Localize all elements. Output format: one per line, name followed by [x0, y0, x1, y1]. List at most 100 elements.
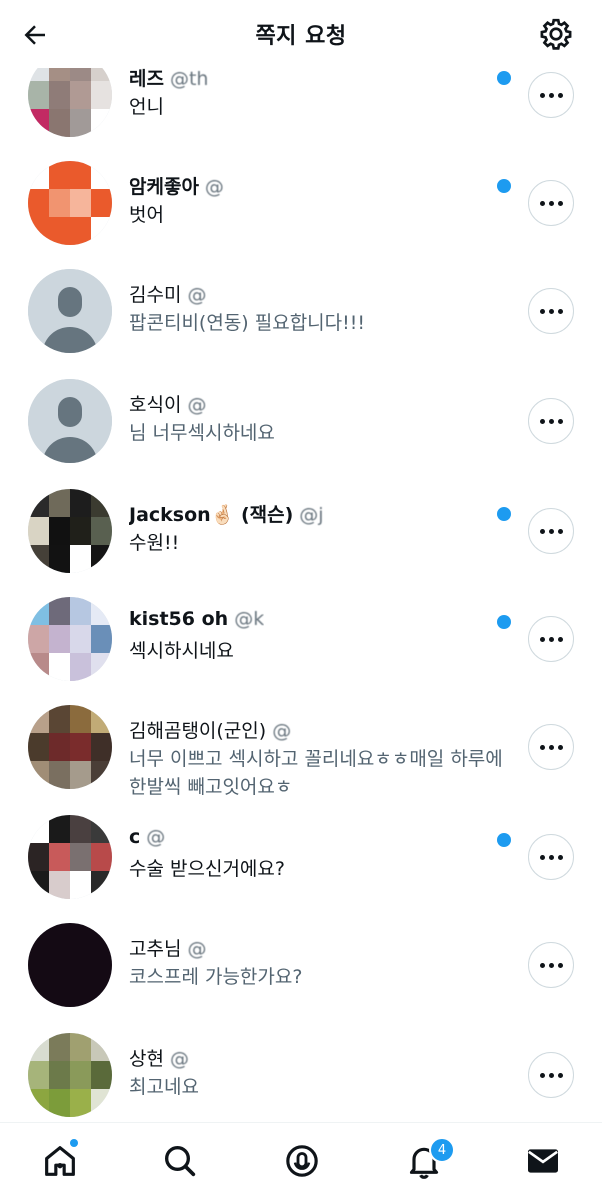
- header-bar: 쪽지 요청: [0, 0, 602, 68]
- list-item[interactable]: 김해곰탱이(군인) @ 너무 이쁘고 섹시하고 꼴리네요ㅎㅎ매일 하루에 한발씩 빼…: [0, 694, 602, 804]
- avatar[interactable]: [28, 815, 112, 899]
- more-horizontal-icon: [538, 1072, 565, 1078]
- sender-handle: @k: [234, 608, 265, 630]
- more-horizontal-icon: [538, 200, 565, 206]
- message-preview: 수원!!: [129, 532, 180, 554]
- avatar[interactable]: [28, 489, 112, 573]
- message-preview: 너무 이쁘고 섹시하고 꼴리네요ㅎㅎ매일 하루에 한발씩 빼고잇어요ㅎ: [129, 748, 503, 798]
- list-item[interactable]: 호식이 @ 님 너무섹시하네요: [0, 368, 602, 478]
- sender-name: kist56 oh: [129, 608, 229, 630]
- sender-line: Jackson🤞🏻 (잭슨) @j: [129, 500, 324, 527]
- sender-name: 레즈: [129, 68, 164, 90]
- more-horizontal-icon: [538, 418, 565, 424]
- home-icon[interactable]: [40, 1141, 80, 1181]
- avatar-mosaic: [28, 705, 112, 789]
- unread-indicator: [497, 507, 511, 521]
- unread-indicator: [497, 71, 511, 85]
- sender-name: 김해곰탱이(군인): [129, 720, 267, 742]
- list-item[interactable]: Jackson🤞🏻 (잭슨) @j 수원!!: [0, 478, 602, 588]
- sender-line: c @: [129, 826, 165, 848]
- sender-line: kist56 oh @k: [129, 608, 264, 630]
- sender-name: 상현: [129, 1048, 164, 1070]
- sender-handle: @: [187, 284, 207, 306]
- default-avatar-icon: [28, 379, 112, 463]
- list-item[interactable]: 레즈 @th 언니: [0, 68, 602, 152]
- avatar[interactable]: [28, 68, 112, 137]
- more-horizontal-icon: [538, 854, 565, 860]
- message-preview: 수술 받으신거에요?: [129, 858, 285, 880]
- avatar-mosaic: [28, 1033, 112, 1117]
- message-preview: 코스프레 가능한가요?: [129, 966, 303, 988]
- more-options-button[interactable]: [528, 1052, 574, 1098]
- bottom-navigation: 4: [0, 1122, 602, 1201]
- more-options-button[interactable]: [528, 724, 574, 770]
- more-horizontal-icon: [538, 92, 565, 98]
- list-item[interactable]: 고추님 @ 코스프레 가능한가요?: [0, 912, 602, 1022]
- more-options-button[interactable]: [528, 508, 574, 554]
- sender-handle: @th: [169, 68, 209, 90]
- avatar[interactable]: [28, 923, 112, 1007]
- more-horizontal-icon: [538, 528, 565, 534]
- unread-indicator: [497, 615, 511, 629]
- spaces-microphone-icon[interactable]: [282, 1141, 322, 1181]
- sender-handle: @: [187, 938, 207, 960]
- sender-handle: @: [187, 394, 207, 416]
- sender-line: 암케좋아 @: [129, 172, 224, 199]
- list-item[interactable]: 암케좋아 @ 벗어: [0, 150, 602, 260]
- avatar[interactable]: [28, 161, 112, 245]
- default-avatar-icon: [28, 269, 112, 353]
- avatar-mosaic: [28, 815, 112, 899]
- envelope-icon[interactable]: [523, 1141, 563, 1181]
- sender-handle: @: [272, 720, 292, 742]
- list-item[interactable]: 상현 @ 최고네요: [0, 1022, 602, 1122]
- avatar[interactable]: [28, 379, 112, 463]
- sender-name: Jackson🤞🏻 (잭슨): [129, 504, 294, 526]
- back-arrow-icon[interactable]: [20, 20, 50, 50]
- sender-handle: @: [146, 826, 166, 848]
- more-options-button[interactable]: [528, 942, 574, 988]
- more-horizontal-icon: [538, 744, 565, 750]
- list-item[interactable]: 김수미 @ 팝콘티비(연동) 필요합니다!!!: [0, 258, 602, 368]
- more-options-button[interactable]: [528, 616, 574, 662]
- avatar[interactable]: [28, 269, 112, 353]
- avatar-mosaic: [28, 923, 112, 1007]
- home-indicator-dot: [70, 1139, 78, 1147]
- search-icon[interactable]: [160, 1141, 200, 1181]
- message-request-list[interactable]: 레즈 @th 언니 암케좋아 @ 벗어 김수미 @ 팝콘티비(연동) 필요합니다!!! 호식이 @ 님…: [0, 68, 602, 1122]
- more-options-button[interactable]: [528, 72, 574, 118]
- avatar-mosaic: [28, 489, 112, 573]
- list-item[interactable]: c @ 수술 받으신거에요?: [0, 804, 602, 914]
- avatar[interactable]: [28, 1033, 112, 1117]
- more-horizontal-icon: [538, 962, 565, 968]
- sender-name: 고추님: [129, 938, 182, 960]
- sender-line: 김수미 @: [129, 280, 206, 307]
- more-horizontal-icon: [538, 308, 565, 314]
- notification-badge: 4: [429, 1137, 455, 1163]
- sender-name: c: [129, 826, 141, 848]
- more-options-button[interactable]: [528, 288, 574, 334]
- message-preview: 언니: [129, 96, 164, 118]
- message-preview: 최고네요: [129, 1076, 199, 1098]
- message-preview: 벗어: [129, 204, 164, 226]
- sender-handle: @j: [299, 504, 324, 526]
- message-preview: 님 너무섹시하네요: [129, 422, 275, 444]
- message-preview: 팝콘티비(연동) 필요합니다!!!: [129, 312, 365, 334]
- sender-line: 고추님 @: [129, 934, 206, 961]
- more-options-button[interactable]: [528, 398, 574, 444]
- unread-indicator: [497, 833, 511, 847]
- sender-line: 상현 @: [129, 1044, 189, 1071]
- more-options-button[interactable]: [528, 834, 574, 880]
- page-title: 쪽지 요청: [255, 24, 347, 49]
- avatar-mosaic: [28, 597, 112, 681]
- more-horizontal-icon: [538, 636, 565, 642]
- more-options-button[interactable]: [528, 180, 574, 226]
- avatar[interactable]: [28, 597, 112, 681]
- avatar-mosaic: [28, 68, 112, 137]
- message-preview: 섹시하시네요: [129, 640, 234, 662]
- list-item[interactable]: kist56 oh @k 섹시하시네요: [0, 586, 602, 696]
- avatar-mosaic: [28, 161, 112, 245]
- sender-name: 암케좋아: [129, 176, 199, 198]
- avatar[interactable]: [28, 705, 112, 789]
- sender-handle: @: [169, 1048, 189, 1070]
- gear-icon[interactable]: [538, 16, 574, 52]
